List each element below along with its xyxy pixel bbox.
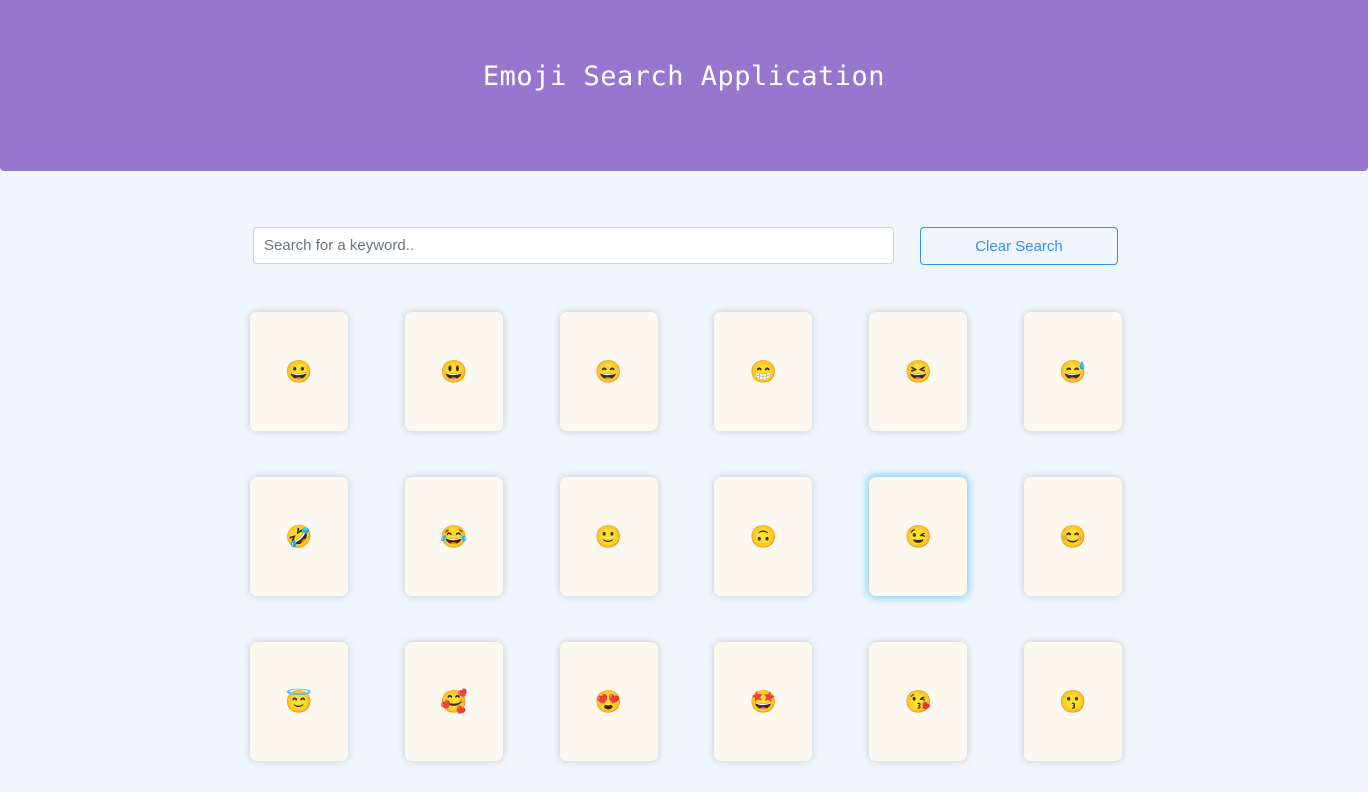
emoji-card[interactable]: 😗	[1023, 642, 1122, 761]
emoji-glyph: 😄	[594, 358, 623, 384]
emoji-glyph: 😁	[749, 358, 778, 384]
emoji-card[interactable]: 🤣	[250, 477, 348, 596]
search-bar: Clear Search	[253, 227, 1118, 265]
emoji-glyph: 😘	[904, 688, 932, 714]
emoji-card[interactable]: 😂	[404, 477, 503, 596]
emoji-card[interactable]: 😆	[869, 312, 968, 431]
emoji-card[interactable]: 😇	[250, 642, 348, 761]
app-header: Emoji Search Application	[0, 0, 1368, 171]
emoji-grid: 😀 😃 😄 😁 😆 😅 🤣 😂 🙂 🙃 😉 😊 😇 🥰 😍 🤩 😘 😗	[250, 312, 1122, 761]
emoji-glyph: 🙂	[594, 523, 623, 549]
emoji-card[interactable]: 🤩	[714, 642, 813, 761]
emoji-card[interactable]: 😍	[559, 642, 658, 761]
emoji-card[interactable]: 😃	[404, 312, 503, 431]
emoji-card[interactable]: 🙂	[559, 477, 658, 596]
emoji-glyph: 🥰	[440, 688, 468, 714]
emoji-card[interactable]: 🥰	[404, 642, 503, 761]
emoji-card[interactable]: 😀	[250, 312, 348, 431]
emoji-card[interactable]: 🙃	[714, 477, 813, 596]
emoji-glyph: 😉	[904, 523, 932, 549]
emoji-glyph: 😍	[594, 688, 623, 714]
emoji-card[interactable]: 😊	[1023, 477, 1122, 596]
emoji-card[interactable]: 😉	[869, 477, 968, 596]
emoji-glyph: 😊	[1059, 523, 1087, 549]
emoji-glyph: 🙃	[749, 523, 778, 549]
emoji-glyph: 😇	[285, 688, 313, 714]
emoji-card[interactable]: 😘	[869, 642, 968, 761]
search-input[interactable]	[253, 227, 894, 264]
app-title: Emoji Search Application	[482, 61, 886, 92]
clear-search-button[interactable]: Clear Search	[920, 227, 1118, 265]
emoji-glyph: 😆	[904, 358, 932, 384]
emoji-glyph: 😂	[440, 523, 468, 549]
emoji-glyph: 🤣	[285, 523, 313, 549]
emoji-glyph: 🤩	[749, 688, 778, 714]
emoji-glyph: 😗	[1059, 688, 1087, 714]
emoji-card[interactable]: 😁	[714, 312, 813, 431]
emoji-glyph: 😀	[285, 358, 313, 384]
emoji-glyph: 😅	[1059, 358, 1087, 384]
emoji-card[interactable]: 😄	[559, 312, 658, 431]
emoji-glyph: 😃	[440, 358, 468, 384]
emoji-card[interactable]: 😅	[1023, 312, 1122, 431]
